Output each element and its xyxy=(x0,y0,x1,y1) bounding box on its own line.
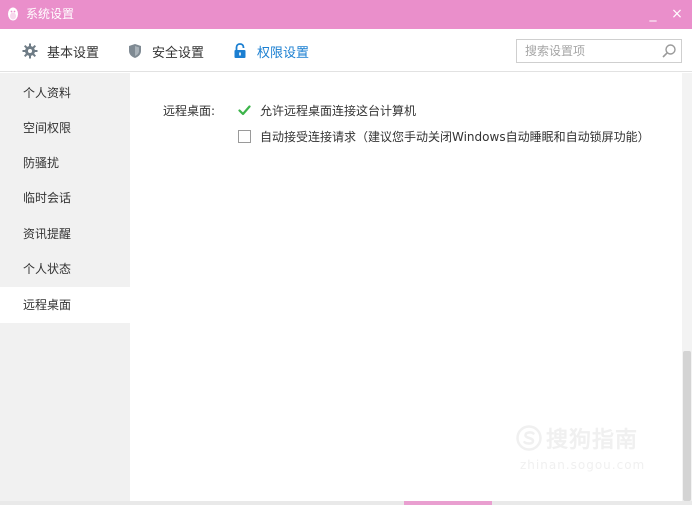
close-button[interactable]: × xyxy=(668,5,686,23)
gear-icon xyxy=(22,43,38,59)
sidebar-item-space-permission[interactable]: 空间权限 xyxy=(0,110,130,146)
sogou-logo-icon xyxy=(516,425,542,451)
tab-security-settings[interactable]: 安全设置 xyxy=(127,41,204,61)
sogou-watermark: 搜狗指南 zhinan.sogou.com xyxy=(514,420,674,480)
minimize-button[interactable]: _ xyxy=(644,5,662,23)
sidebar-item-personal-status[interactable]: 个人状态 xyxy=(0,251,130,287)
tab-label: 基本设置 xyxy=(47,45,100,61)
tab-permission-settings[interactable]: 权限设置 xyxy=(232,41,309,61)
sidebar-item-remote-desktop[interactable]: 远程桌面 xyxy=(0,287,130,323)
tab-label: 安全设置 xyxy=(152,45,205,61)
bottom-edge xyxy=(0,501,692,505)
sidebar-item-news-reminder[interactable]: 资讯提醒 xyxy=(0,216,130,252)
watermark-brand: 搜狗指南 xyxy=(546,428,639,453)
auto-accept-request-option[interactable]: 自动接受连接请求（建议您手动关闭Windows自动睡眠和自动锁屏功能） xyxy=(238,128,650,145)
settings-toolbar: 基本设置 安全设置 权限设置 xyxy=(0,29,692,72)
bottom-accent-bar xyxy=(404,501,492,505)
lock-icon xyxy=(234,43,246,58)
option-label: 允许远程桌面连接这台计算机 xyxy=(260,104,417,118)
scrollbar-thumb[interactable] xyxy=(683,351,691,501)
allow-remote-desktop-option[interactable]: 允许远程桌面连接这台计算机 xyxy=(238,102,416,119)
checkbox-checked[interactable] xyxy=(238,104,251,117)
shield-icon xyxy=(129,44,141,58)
vertical-scrollbar[interactable] xyxy=(682,73,692,501)
sidebar-item-anti-harassment[interactable]: 防骚扰 xyxy=(0,145,130,181)
sidebar-item-profile[interactable]: 个人资料 xyxy=(0,75,130,111)
search-icon[interactable] xyxy=(661,43,677,59)
settings-search-box xyxy=(516,39,682,63)
checkbox-unchecked[interactable] xyxy=(238,130,251,143)
tab-basic-settings[interactable]: 基本设置 xyxy=(22,41,99,61)
watermark-url: zhinan.sogou.com xyxy=(520,458,646,472)
search-input[interactable] xyxy=(517,40,655,62)
window-title: 系统设置 xyxy=(26,7,75,21)
remote-desktop-section-label: 远程桌面: xyxy=(163,104,216,118)
title-bar: 系统设置 _ × xyxy=(0,0,692,29)
settings-sidebar: 个人资料 空间权限 防骚扰 临时会话 资讯提醒 个人状态 远程桌面 xyxy=(0,73,130,501)
option-label: 自动接受连接请求（建议您手动关闭Windows自动睡眠和自动锁屏功能） xyxy=(260,130,650,144)
sidebar-item-temporary-chat[interactable]: 临时会话 xyxy=(0,180,130,216)
tab-label: 权限设置 xyxy=(257,45,310,61)
penguin-icon xyxy=(8,7,18,21)
